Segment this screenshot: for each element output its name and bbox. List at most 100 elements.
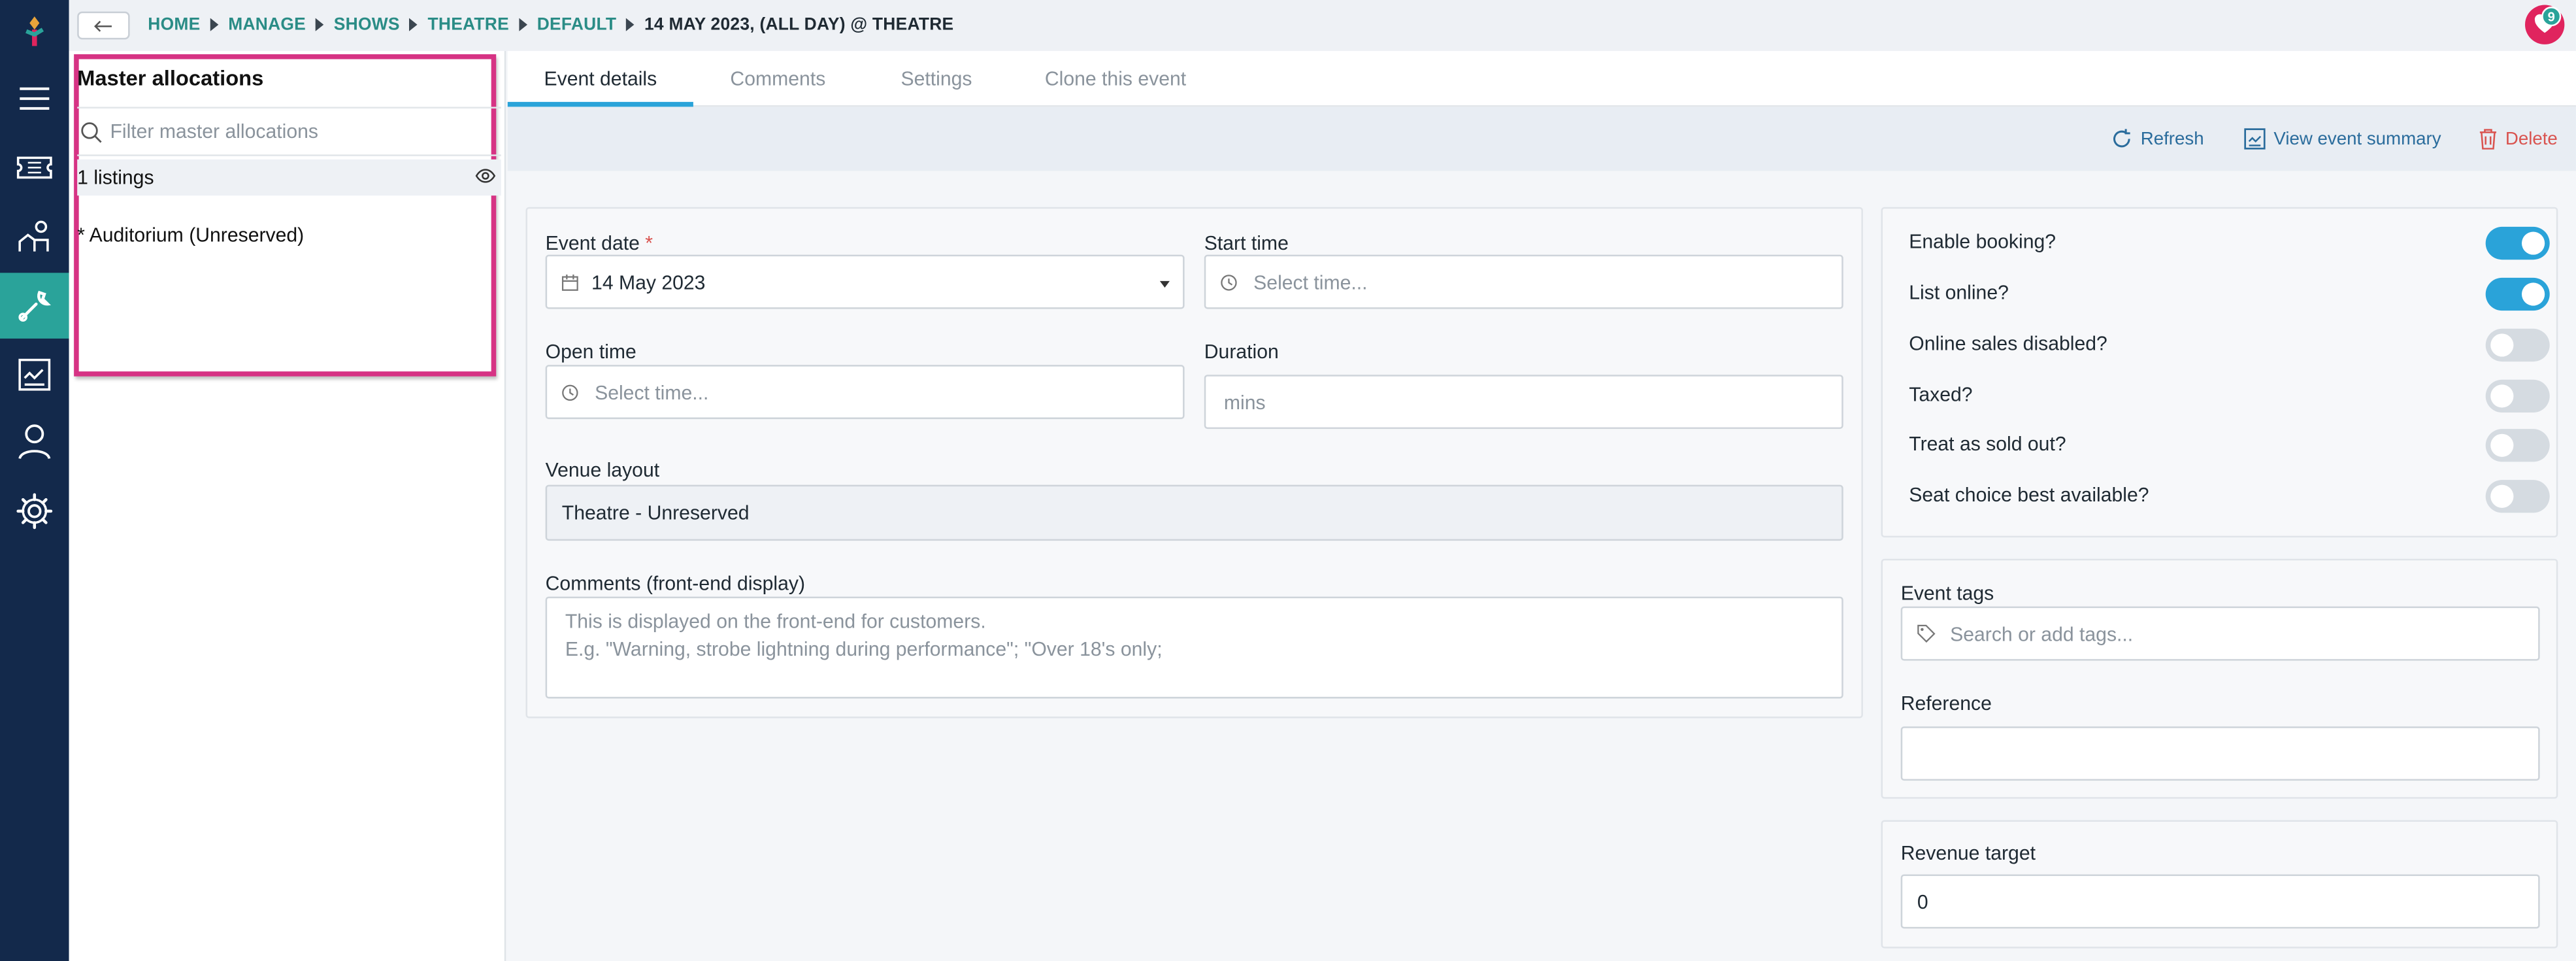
toggle-enable-booking: Enable booking? (1909, 226, 2550, 260)
venue-layout-label: Venue layout (545, 458, 660, 482)
view-event-summary-label: View event summary (2273, 129, 2441, 149)
breadcrumb-current: 14 MAY 2023, (ALL DAY) @ THEATRE (644, 14, 954, 35)
taxed-label: Taxed? (1909, 382, 1973, 406)
toggle-seat-choice: Seat choice best available? (1909, 480, 2550, 513)
toggle-treat-sold-out: Treat as sold out? (1909, 429, 2550, 462)
list-online-label: List online? (1909, 280, 2009, 305)
tab-comments[interactable]: Comments (693, 51, 863, 107)
tag-icon (1917, 624, 1936, 643)
event-date-picker[interactable]: 14 May 2023 (545, 254, 1185, 309)
enable-booking-label: Enable booking? (1909, 229, 2056, 254)
revenue-target-value: 0 (1917, 890, 1928, 913)
menu-icon[interactable] (0, 66, 69, 132)
tab-bar: Event details Comments Settings Clone th… (507, 50, 2576, 107)
breadcrumb-home[interactable]: HOME (148, 15, 200, 35)
breadcrumb-shows[interactable]: SHOWS (334, 15, 400, 35)
start-time-label: Start time (1204, 231, 1289, 255)
seat-choice-label: Seat choice best available? (1909, 483, 2149, 507)
reference-label: Reference (1900, 692, 1992, 715)
required-mark: * (645, 231, 653, 255)
open-time-input[interactable]: Select time... (545, 365, 1185, 420)
list-online-switch[interactable] (2485, 277, 2550, 311)
refresh-button[interactable]: Refresh (2111, 128, 2204, 150)
enable-booking-switch[interactable] (2485, 226, 2550, 260)
start-time-input[interactable]: Select time... (1204, 254, 1843, 309)
comments-label: Comments (front-end display) (545, 571, 806, 596)
ticket-icon[interactable] (0, 135, 69, 201)
open-time-label: Open time (545, 340, 636, 363)
tools-icon[interactable] (0, 273, 69, 339)
venue-layout-value: Theatre - Unreserved (561, 501, 750, 524)
listings-count: 1 listings (77, 165, 154, 190)
chevron-right-icon (210, 18, 219, 31)
clock-icon (562, 384, 578, 400)
revenue-target-input[interactable]: 0 (1900, 874, 2540, 929)
event-tags-input[interactable]: Search or add tags... (1900, 606, 2540, 661)
seat-choice-switch[interactable] (2485, 480, 2550, 513)
master-filter (77, 107, 501, 156)
delete-label: Delete (2505, 129, 2558, 149)
tab-settings[interactable]: Settings (863, 51, 1010, 107)
open-time-placeholder: Select time... (595, 380, 709, 404)
duration-placeholder: mins (1223, 390, 1266, 414)
action-bar: Refresh View event summary Delete (507, 107, 2576, 171)
online-sales-disabled-switch[interactable] (2485, 328, 2550, 362)
duration-label: Duration (1204, 340, 1279, 363)
allocation-item[interactable]: * Auditorium (Unreserved) (77, 224, 304, 246)
back-button[interactable] (77, 11, 130, 40)
comments-placeholder-line-2: E.g. "Warning, strobe lightning during p… (565, 637, 1163, 661)
tab-event-details[interactable]: Event details (507, 51, 693, 107)
settings-gear-icon[interactable] (0, 479, 69, 545)
treat-sold-out-label: Treat as sold out? (1909, 432, 2066, 456)
delete-button[interactable]: Delete (2479, 128, 2558, 150)
trash-icon (2479, 129, 2497, 150)
top-bar: HOME MANAGE SHOWS THEATRE DEFAULT 14 MAY… (69, 0, 2576, 51)
arrow-left-icon (94, 20, 112, 31)
notification-badge: 9 (2541, 7, 2562, 27)
venue-layout-field: Theatre - Unreserved (545, 484, 1843, 541)
breadcrumb: HOME MANAGE SHOWS THEATRE DEFAULT 14 MAY… (148, 15, 953, 35)
master-allocations-title: Master allocations (77, 65, 264, 91)
event-date-value: 14 May 2023 (591, 270, 706, 294)
listings-row[interactable]: 1 listings (77, 159, 501, 196)
toggle-taxed: Taxed? (1909, 379, 2550, 413)
master-allocations-highlight (74, 54, 497, 377)
refresh-icon (2113, 129, 2130, 148)
toggle-online-sales-disabled: Online sales disabled? (1909, 328, 2550, 362)
start-time-placeholder: Select time... (1253, 270, 1368, 294)
breadcrumb-manage[interactable]: MANAGE (228, 15, 306, 35)
refresh-label: Refresh (2140, 129, 2204, 149)
master-allocations-panel: Master allocations 1 listings * Auditori… (69, 50, 506, 961)
reference-input[interactable] (1900, 726, 2540, 781)
event-tags-label: Event tags (1900, 581, 1994, 605)
treat-sold-out-switch[interactable] (2485, 429, 2550, 462)
breadcrumb-theatre[interactable]: THEATRE (428, 15, 509, 35)
calendar-icon (561, 273, 578, 290)
online-sales-disabled-label: Online sales disabled? (1909, 331, 2107, 356)
tab-clone-event[interactable]: Clone this event (1010, 51, 1221, 107)
filter-master-allocations-input[interactable] (110, 120, 472, 143)
comments-textarea[interactable]: This is displayed on the front-end for c… (545, 596, 1843, 699)
app-logo[interactable] (22, 15, 48, 48)
caret-down-icon (1159, 280, 1170, 288)
taxed-switch[interactable] (2485, 379, 2550, 413)
tags-reference-card: Event tags Search or add tags... Referen… (1881, 558, 2558, 799)
duration-input[interactable]: mins (1204, 375, 1843, 430)
reports-icon[interactable] (0, 342, 69, 408)
toggle-list-online: List online? (1909, 277, 2550, 311)
toggles-card: Enable booking? List online? Online sale… (1881, 207, 2558, 538)
chevron-right-icon (519, 18, 527, 31)
view-event-summary-button[interactable]: View event summary (2244, 128, 2441, 150)
shows-icon[interactable] (0, 204, 69, 270)
event-details-form: Event date * 14 May 2023 Start time Sele… (525, 207, 1863, 718)
user-icon[interactable] (0, 409, 69, 475)
breadcrumb-default[interactable]: DEFAULT (537, 15, 617, 35)
summary-icon (2244, 128, 2266, 150)
chevron-right-icon (409, 18, 418, 31)
eye-icon[interactable] (475, 167, 497, 184)
event-tags-placeholder: Search or add tags... (1950, 622, 2134, 645)
revenue-target-label: Revenue target (1900, 841, 2036, 865)
clock-icon (1221, 273, 1237, 290)
chevron-right-icon (626, 18, 635, 31)
revenue-card: Revenue target 0 (1881, 820, 2558, 949)
